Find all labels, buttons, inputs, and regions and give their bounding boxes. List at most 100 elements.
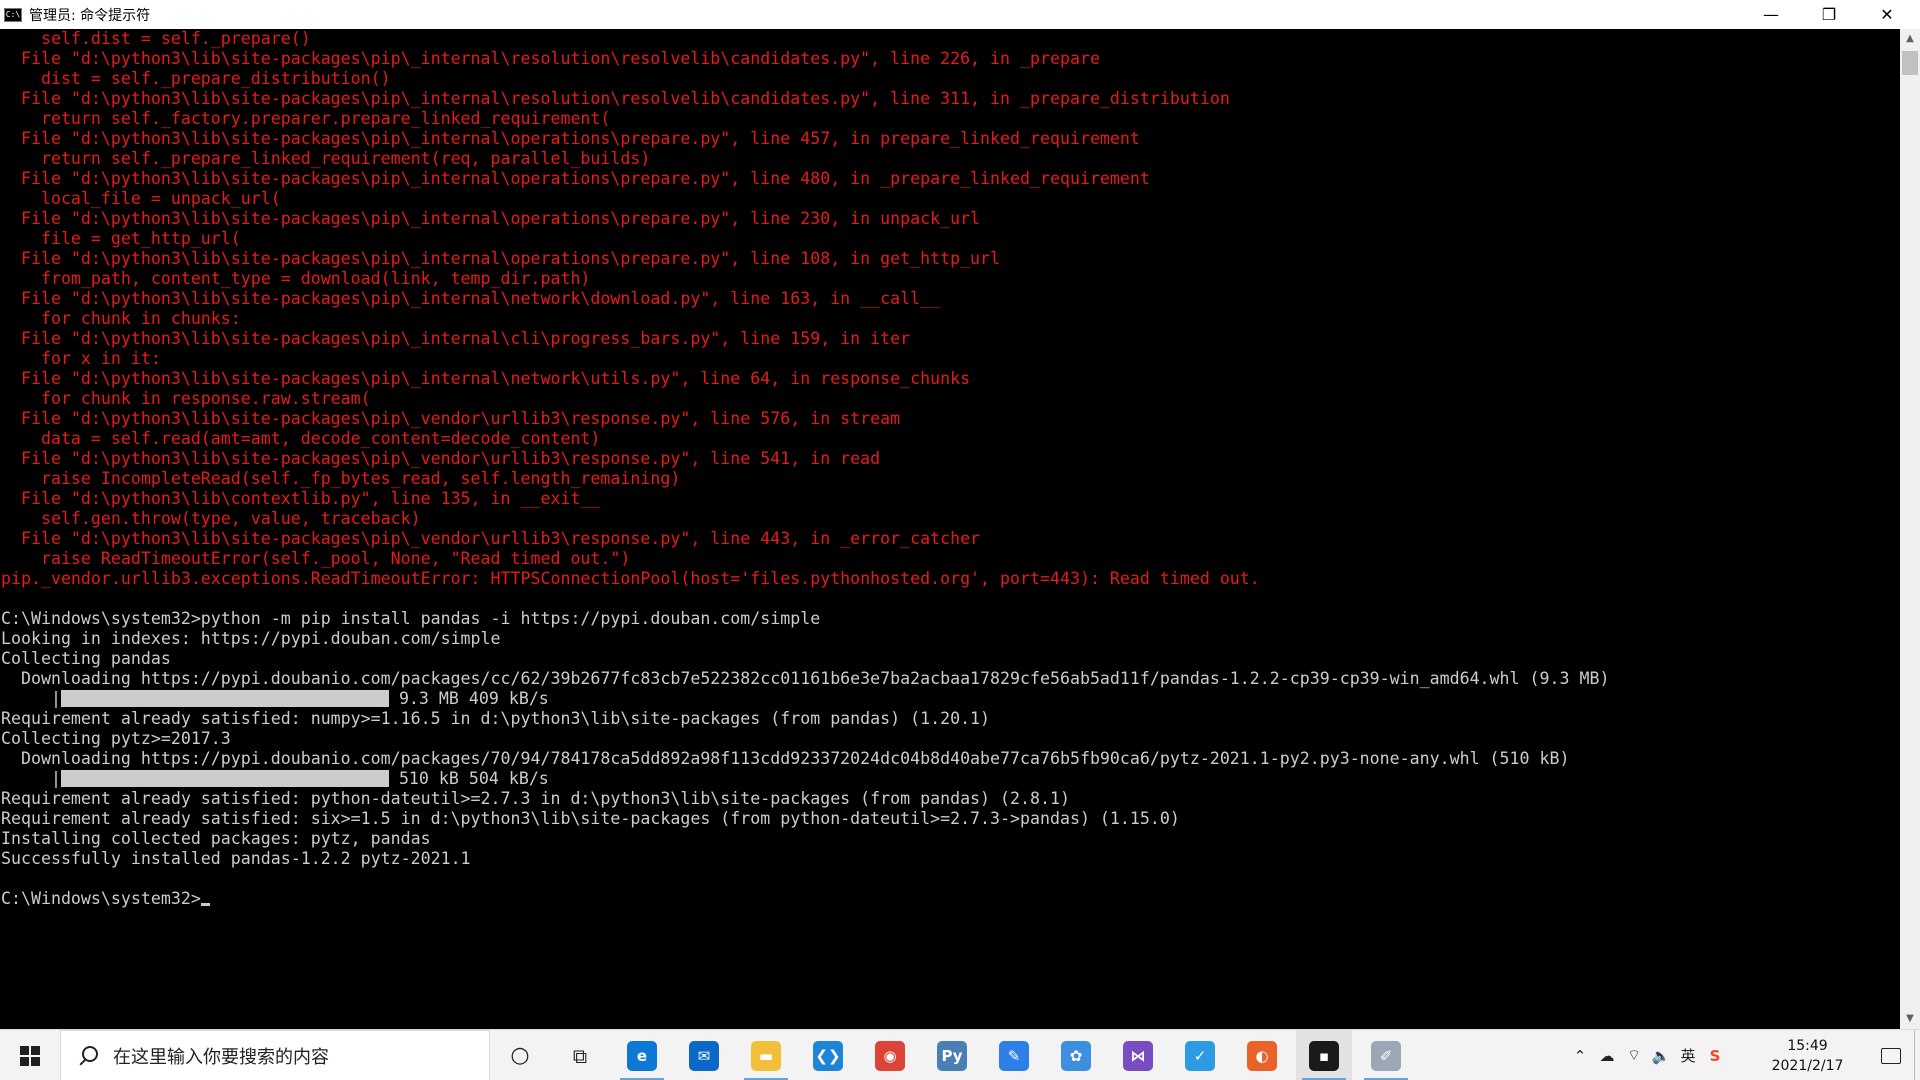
console-line: from_path, content_type = download(link,… bbox=[1, 269, 591, 288]
clock[interactable]: 15:49 2021/2/17 bbox=[1755, 1030, 1860, 1080]
console-line: raise ReadTimeoutError(self._pool, None,… bbox=[1, 549, 631, 568]
console-line: raise IncompleteRead(self._fp_bytes_read… bbox=[1, 469, 681, 488]
wifi-icon[interactable]: ⌔ bbox=[1622, 1030, 1646, 1080]
network-app-button[interactable]: ✿ bbox=[1048, 1030, 1104, 1080]
notes-app-button[interactable]: ✎ bbox=[986, 1030, 1042, 1080]
minimize-button[interactable]: — bbox=[1742, 0, 1800, 29]
scroll-down-arrow-icon[interactable]: ▼ bbox=[1900, 1009, 1920, 1029]
progress-bar bbox=[60, 770, 389, 787]
cmd-app-button[interactable]: ▪ bbox=[1296, 1030, 1352, 1080]
file-explorer-button[interactable]: ▬ bbox=[738, 1030, 794, 1080]
system-tray: ⌃ ☁ ⌔ 🔈 英 S bbox=[1568, 1030, 1730, 1080]
console-line: Looking in indexes: https://pypi.douban.… bbox=[1, 629, 501, 648]
console-line: Downloading https://pypi.doubanio.com/pa… bbox=[1, 749, 1570, 768]
edge-app-button[interactable]: e bbox=[614, 1030, 670, 1080]
console-line: C:\Windows\system32>python -m pip instal… bbox=[1, 609, 821, 628]
check-app-button[interactable]: ✓ bbox=[1172, 1030, 1228, 1080]
volume-icon[interactable]: 🔈 bbox=[1649, 1030, 1673, 1080]
vertical-scrollbar[interactable]: ▲ ▼ bbox=[1900, 29, 1920, 1029]
python-file-button[interactable]: Py bbox=[924, 1030, 980, 1080]
console-line: Requirement already satisfied: numpy>=1.… bbox=[1, 709, 991, 728]
notification-button[interactable] bbox=[1866, 1030, 1916, 1080]
console-line: for chunk in chunks: bbox=[1, 309, 241, 328]
chrome-app-button[interactable]: ◉ bbox=[862, 1030, 918, 1080]
console-line: File "d:\python3\lib\site-packages\pip\_… bbox=[1, 209, 981, 228]
notification-icon bbox=[1881, 1047, 1901, 1064]
edge-app-icon: e bbox=[627, 1040, 657, 1071]
console-line: File "d:\python3\lib\site-packages\pip\_… bbox=[1, 89, 1230, 108]
console-line: local_file = unpack_url( bbox=[1, 189, 281, 208]
check-app-icon: ✓ bbox=[1185, 1040, 1215, 1071]
search-icon bbox=[77, 1045, 99, 1067]
scroll-up-arrow-icon[interactable]: ▲ bbox=[1900, 29, 1920, 49]
restore-button[interactable]: ❐ bbox=[1800, 0, 1858, 29]
cortana-button[interactable]: ○ bbox=[492, 1030, 548, 1080]
network-app-icon: ✿ bbox=[1061, 1040, 1091, 1071]
console-line: return self._factory.preparer.prepare_li… bbox=[1, 109, 611, 128]
scroll-thumb[interactable] bbox=[1902, 51, 1918, 75]
python-file-icon: Py bbox=[937, 1040, 967, 1071]
console-output[interactable]: self.dist = self._prepare() File "d:\pyt… bbox=[0, 29, 1900, 1029]
ime-icon[interactable]: 英 bbox=[1676, 1030, 1700, 1080]
console-line: | 510 kB 504 kB/s bbox=[0, 769, 1900, 789]
console-line: self.gen.throw(type, value, traceback) bbox=[1, 509, 421, 528]
visual-studio-button[interactable]: ⋈ bbox=[1110, 1030, 1166, 1080]
windows-logo-icon bbox=[20, 1045, 40, 1066]
console-line: | 9.3 MB 409 kB/s bbox=[0, 689, 1900, 709]
start-button[interactable] bbox=[0, 1030, 60, 1080]
taskbar: 在这里输入你要搜索的内容 ○ ⧉ ⌃ ☁ ⌔ 🔈 英 S 15:49 2021/2/17 … bbox=[0, 1029, 1920, 1080]
firefox-app-button[interactable]: ◐ bbox=[1234, 1030, 1290, 1080]
paint-app-button[interactable]: ✐ bbox=[1358, 1030, 1414, 1080]
close-button[interactable]: ✕ bbox=[1858, 0, 1916, 29]
progress-bar bbox=[60, 690, 389, 707]
console-line: Collecting pandas bbox=[1, 649, 171, 668]
file-explorer-icon: ▬ bbox=[751, 1040, 781, 1071]
console-line: Successfully installed pandas-1.2.2 pytz… bbox=[1, 849, 471, 868]
task-view-button[interactable]: ⧉ bbox=[552, 1030, 608, 1080]
sogou-icon[interactable]: S bbox=[1703, 1030, 1727, 1080]
console-line: File "d:\python3\lib\site-packages\pip\_… bbox=[1, 249, 1001, 268]
console-line: File "d:\python3\lib\site-packages\pip\_… bbox=[1, 329, 911, 348]
show-desktop-button[interactable] bbox=[1914, 1030, 1920, 1080]
progress-text: 510 kB 504 kB/s bbox=[388, 769, 549, 788]
visual-studio-icon: ⋈ bbox=[1123, 1040, 1153, 1071]
console-line: Collecting pytz>=2017.3 bbox=[1, 729, 231, 748]
chrome-app-icon: ◉ bbox=[875, 1040, 905, 1071]
progress-prefix: | bbox=[1, 689, 61, 708]
console-line: Installing collected packages: pytz, pan… bbox=[1, 829, 431, 848]
console-line: Requirement already satisfied: six>=1.5 … bbox=[1, 809, 1180, 828]
cmd-window-icon[interactable]: C:\ bbox=[4, 7, 22, 22]
tray-chevron-icon[interactable]: ⌃ bbox=[1568, 1030, 1592, 1080]
console-line: return self._prepare_linked_requirement(… bbox=[1, 149, 651, 168]
console-line: C:\Windows\system32> bbox=[0, 889, 1900, 909]
paint-app-icon: ✐ bbox=[1371, 1040, 1401, 1071]
taskbar-search-box[interactable]: 在这里输入你要搜索的内容 bbox=[60, 1030, 490, 1080]
console-line: File "d:\python3\lib\site-packages\pip\_… bbox=[1, 449, 881, 468]
progress-prefix: | bbox=[1, 769, 61, 788]
console-line: data = self.read(amt=amt, decode_content… bbox=[1, 429, 601, 448]
mail-app-icon: ✉ bbox=[689, 1040, 719, 1071]
title-bar: C:\ 管理员: 命令提示符 — ❐ ✕ bbox=[0, 0, 1920, 29]
console-line: File "d:\python3\lib\site-packages\pip\_… bbox=[1, 49, 1100, 68]
cmd-app-icon: ▪ bbox=[1309, 1040, 1339, 1071]
vscode-app-button[interactable]: ❮❯ bbox=[800, 1030, 856, 1080]
console-line: File "d:\python3\lib\site-packages\pip\_… bbox=[1, 529, 981, 548]
console-line: Requirement already satisfied: python-da… bbox=[1, 789, 1070, 808]
console-line: File "d:\python3\lib\site-packages\pip\_… bbox=[1, 169, 1150, 188]
text-cursor[interactable] bbox=[200, 903, 210, 906]
console-line: file = get_http_url( bbox=[1, 229, 241, 248]
task-view-icon: ⧉ bbox=[572, 1043, 588, 1068]
console-line: File "d:\python3\lib\site-packages\pip\_… bbox=[1, 289, 941, 308]
console-line: dist = self._prepare_distribution() bbox=[1, 69, 391, 88]
clock-date: 2021/2/17 bbox=[1771, 1057, 1844, 1074]
mail-app-button[interactable]: ✉ bbox=[676, 1030, 732, 1080]
console-line: File "d:\python3\lib\site-packages\pip\_… bbox=[1, 369, 971, 388]
console-line: pip._vendor.urllib3.exceptions.ReadTimeo… bbox=[1, 569, 1260, 588]
console-line: Downloading https://pypi.doubanio.com/pa… bbox=[1, 669, 1610, 688]
onedrive-icon[interactable]: ☁ bbox=[1595, 1030, 1619, 1080]
console-line: File "d:\python3\lib\site-packages\pip\_… bbox=[1, 129, 1140, 148]
console-line: File "d:\python3\lib\contextlib.py", lin… bbox=[1, 489, 601, 508]
notes-app-icon: ✎ bbox=[999, 1040, 1029, 1071]
